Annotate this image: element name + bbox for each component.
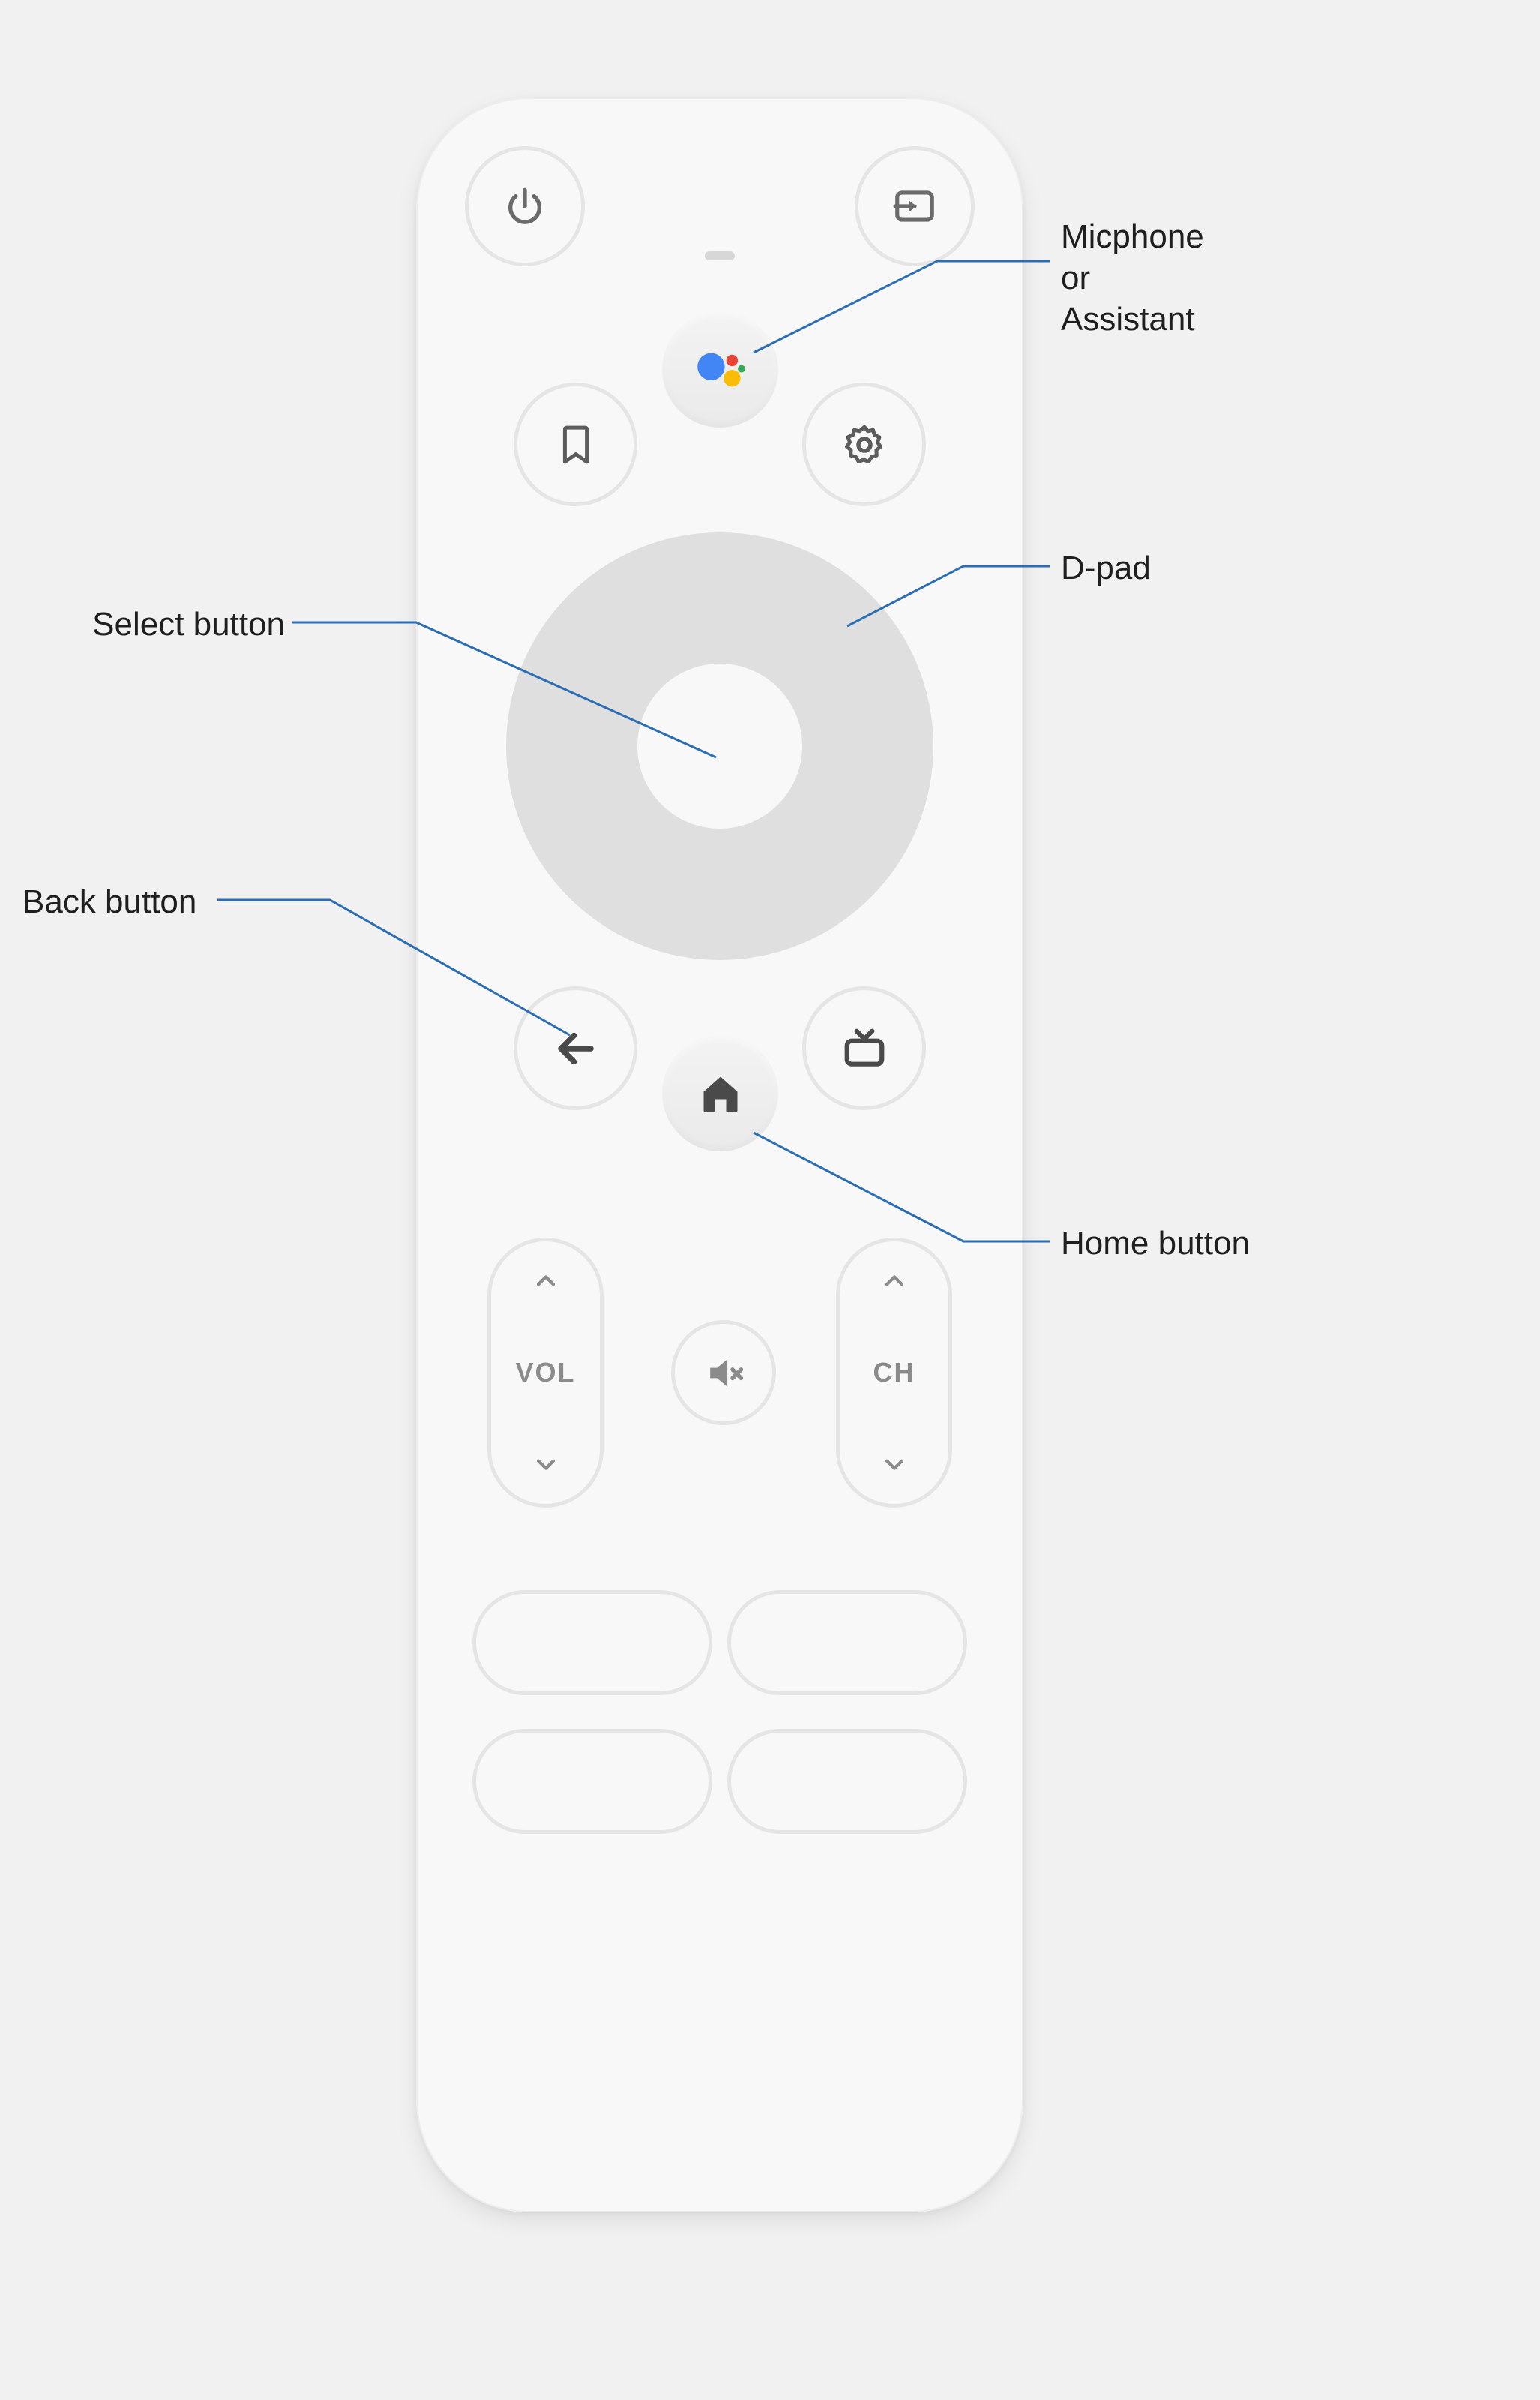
- back-arrow-icon: [553, 1026, 598, 1071]
- input-button[interactable]: [855, 146, 975, 266]
- status-led: [705, 251, 735, 260]
- home-icon: [698, 1071, 743, 1116]
- annotation-assistant: Micphone or Assistant: [1061, 216, 1204, 340]
- volume-label: VOL: [515, 1357, 575, 1388]
- channel-label: CH: [873, 1357, 915, 1388]
- annotation-home: Home button: [1061, 1222, 1250, 1264]
- input-icon: [891, 183, 938, 230]
- back-button[interactable]: [514, 986, 637, 1110]
- select-button[interactable]: [637, 664, 802, 829]
- chevron-down-icon: [882, 1451, 907, 1477]
- tv-icon: [841, 1025, 888, 1072]
- channel-rocker[interactable]: CH: [836, 1238, 952, 1508]
- tv-button[interactable]: [802, 986, 926, 1110]
- app-shortcut-4[interactable]: [727, 1729, 967, 1834]
- power-icon: [503, 184, 547, 228]
- remote-body: VOL CH: [416, 98, 1023, 2212]
- chevron-up-icon: [882, 1268, 907, 1294]
- app-shortcut-3[interactable]: [472, 1729, 712, 1834]
- assistant-button[interactable]: [662, 311, 778, 428]
- volume-rocker[interactable]: VOL: [487, 1238, 604, 1508]
- app-shortcut-1[interactable]: [472, 1590, 712, 1695]
- mute-button[interactable]: [671, 1320, 776, 1425]
- home-button[interactable]: [662, 1035, 778, 1151]
- assistant-icon: [694, 344, 747, 396]
- app-shortcut-2[interactable]: [727, 1590, 967, 1695]
- bookmark-icon: [557, 422, 595, 467]
- settings-button[interactable]: [802, 382, 926, 506]
- chevron-up-icon: [533, 1268, 559, 1294]
- annotation-select: Select button: [22, 604, 285, 645]
- settings-icon: [842, 422, 887, 467]
- power-button[interactable]: [465, 146, 585, 266]
- annotation-dpad: D-pad: [1061, 548, 1151, 589]
- bookmark-button[interactable]: [514, 382, 637, 506]
- mute-icon: [703, 1352, 745, 1394]
- annotation-back: Back button: [22, 881, 196, 922]
- chevron-down-icon: [533, 1451, 559, 1477]
